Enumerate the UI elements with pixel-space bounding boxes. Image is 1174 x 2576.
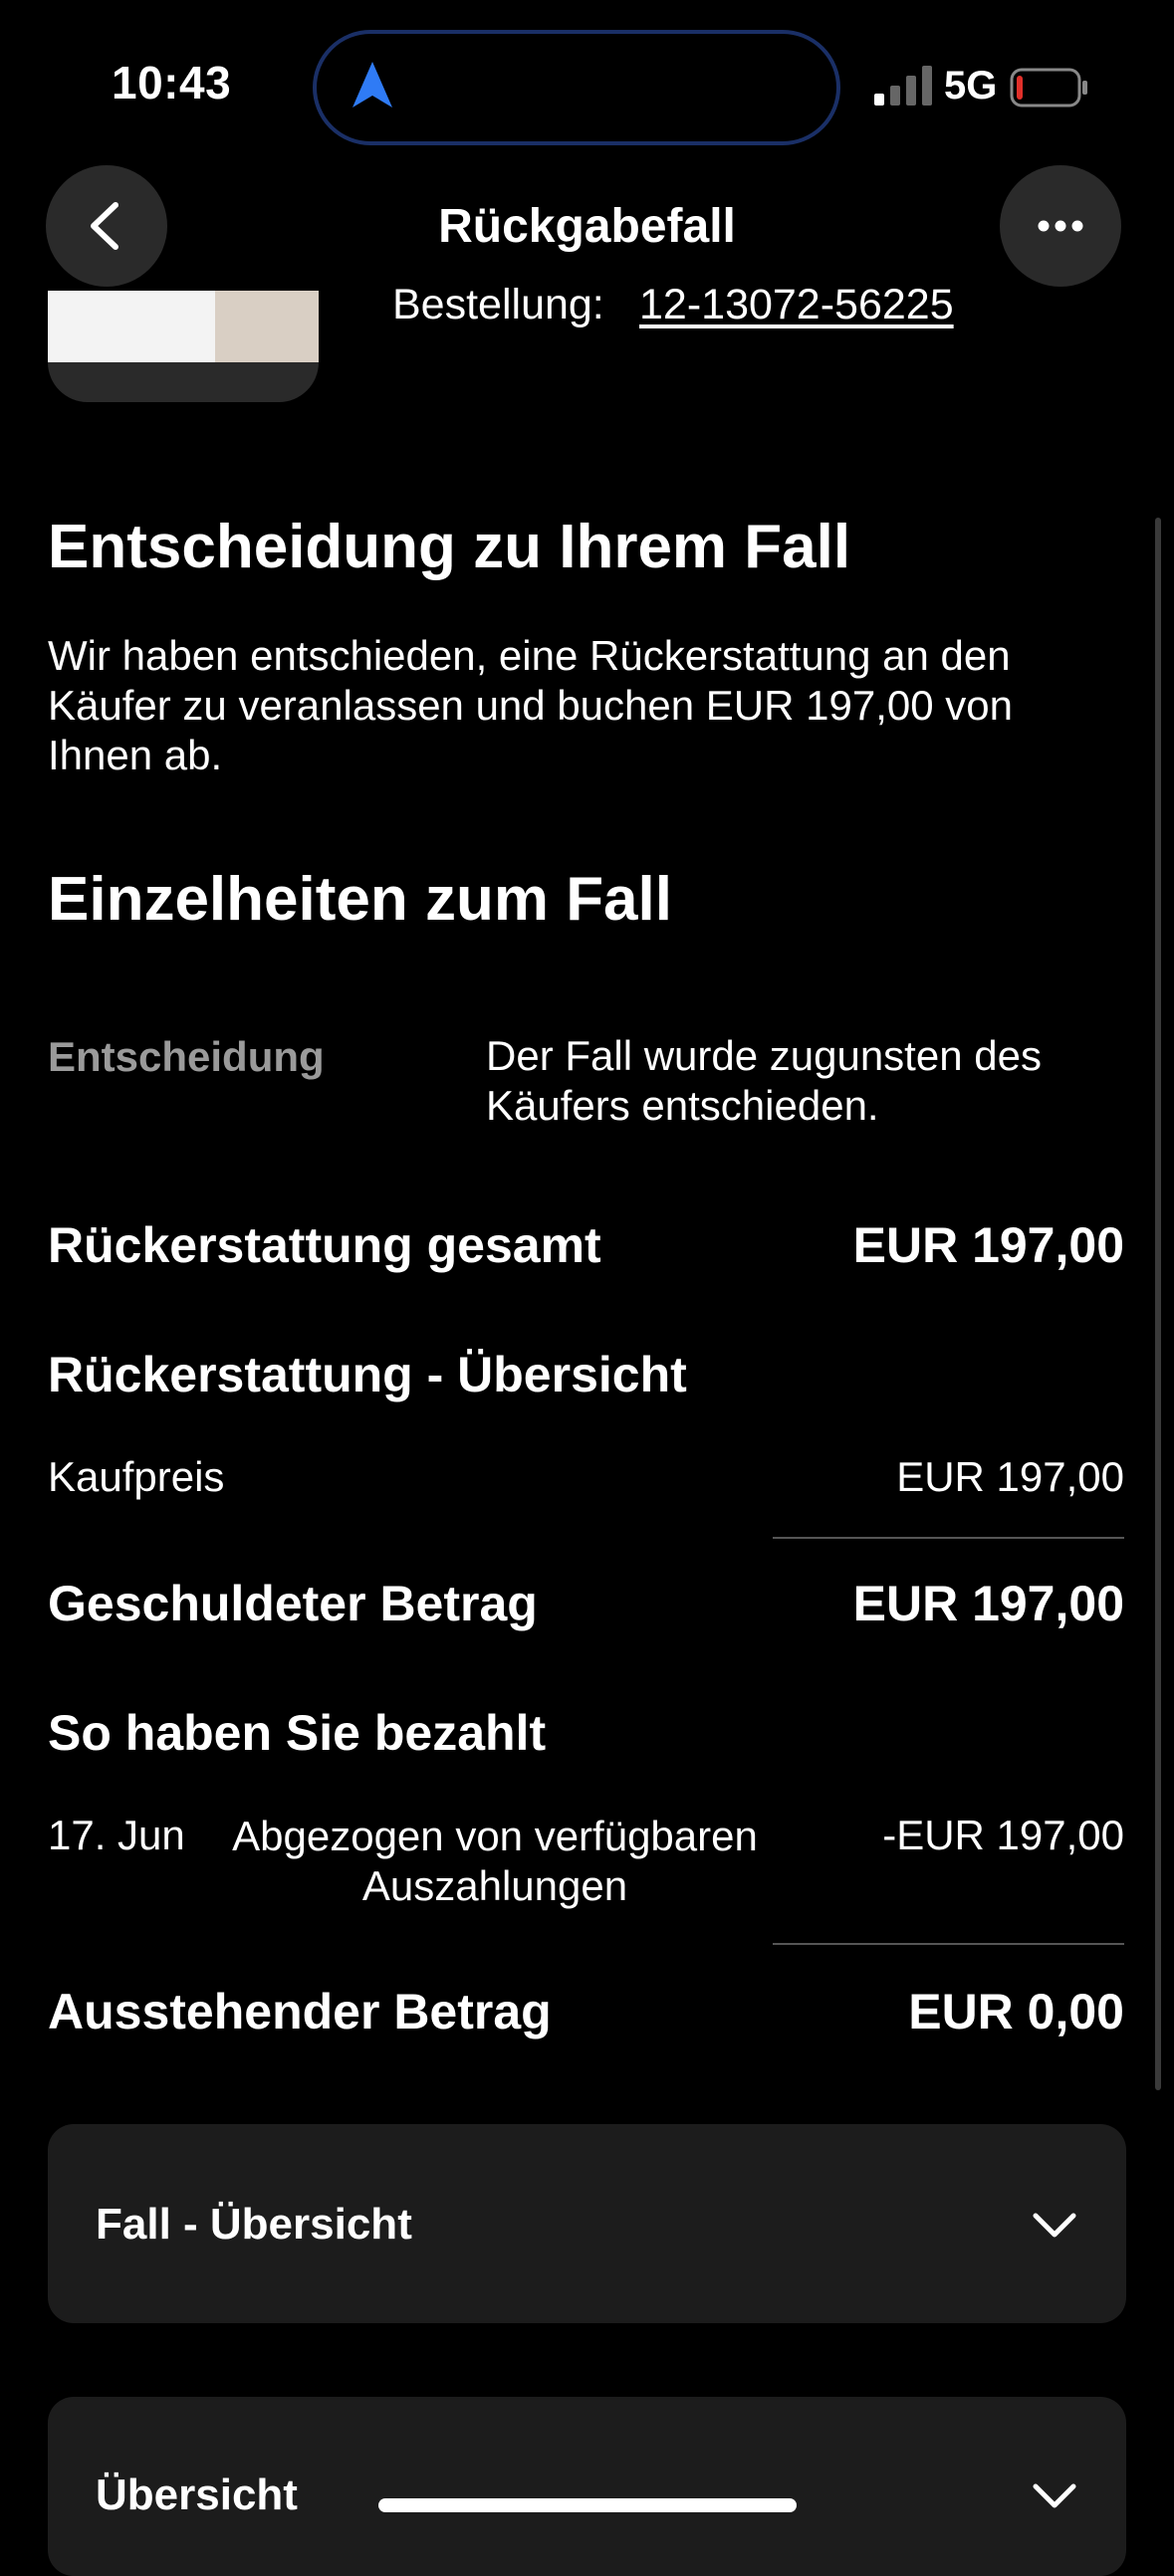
more-horizontal-icon: [1038, 220, 1083, 232]
decision-heading: Entscheidung zu Ihrem Fall: [48, 513, 851, 581]
order-number-link[interactable]: 12-13072-56225: [639, 281, 954, 329]
payment-description: Abgezogen von verfügbaren Auszahlungen: [232, 1813, 758, 1909]
divider: [773, 1943, 1124, 1945]
navigation-arrow-icon: [352, 62, 392, 107]
payment-heading: So haben Sie bezahlt: [48, 1705, 547, 1761]
order-label: Bestellung:: [392, 281, 604, 328]
page-title: Rückgabefall: [438, 200, 736, 253]
battery-icon: [1010, 68, 1087, 107]
payment-date: 17. Jun: [48, 1812, 185, 1858]
refund-total-label: Rückerstattung gesamt: [48, 1217, 601, 1273]
refund-total-value: EUR 197,00: [852, 1217, 1124, 1273]
accordion-label: Fall - Übersicht: [96, 2200, 412, 2249]
divider: [773, 1537, 1124, 1539]
purchase-price-label: Kaufpreis: [48, 1453, 225, 1500]
home-indicator[interactable]: [378, 2498, 797, 2512]
accordion-label: Übersicht: [96, 2470, 298, 2519]
decision-label: Entscheidung: [48, 1033, 325, 1080]
payment-amount: -EUR 197,00: [882, 1812, 1124, 1858]
purchase-price-value: EUR 197,00: [896, 1453, 1124, 1500]
item-image-box: [215, 291, 319, 362]
owed-amount-value: EUR 197,00: [852, 1576, 1124, 1631]
network-type: 5G: [944, 64, 998, 107]
more-options-button[interactable]: [1000, 165, 1121, 287]
refund-overview-heading: Rückerstattung - Übersicht: [48, 1347, 687, 1402]
details-heading: Einzelheiten zum Fall: [48, 865, 672, 934]
chevron-down-icon[interactable]: [1032, 2212, 1077, 2240]
owed-amount-label: Geschuldeter Betrag: [48, 1576, 538, 1631]
decision-value: Der Fall wurde zugunsten des Käufers ent…: [486, 1032, 1042, 1129]
item-thumbnail[interactable]: [48, 291, 319, 402]
status-time: 10:43: [112, 57, 232, 108]
outstanding-amount-value: EUR 0,00: [908, 1984, 1124, 2039]
scrollbar[interactable]: [1155, 518, 1161, 2090]
chevron-down-icon[interactable]: [1032, 2482, 1077, 2510]
decision-text: Wir haben entschieden, eine Rückerstattu…: [48, 632, 1013, 778]
signal-icon: [874, 66, 932, 106]
outstanding-amount-label: Ausstehender Betrag: [48, 1984, 552, 2039]
